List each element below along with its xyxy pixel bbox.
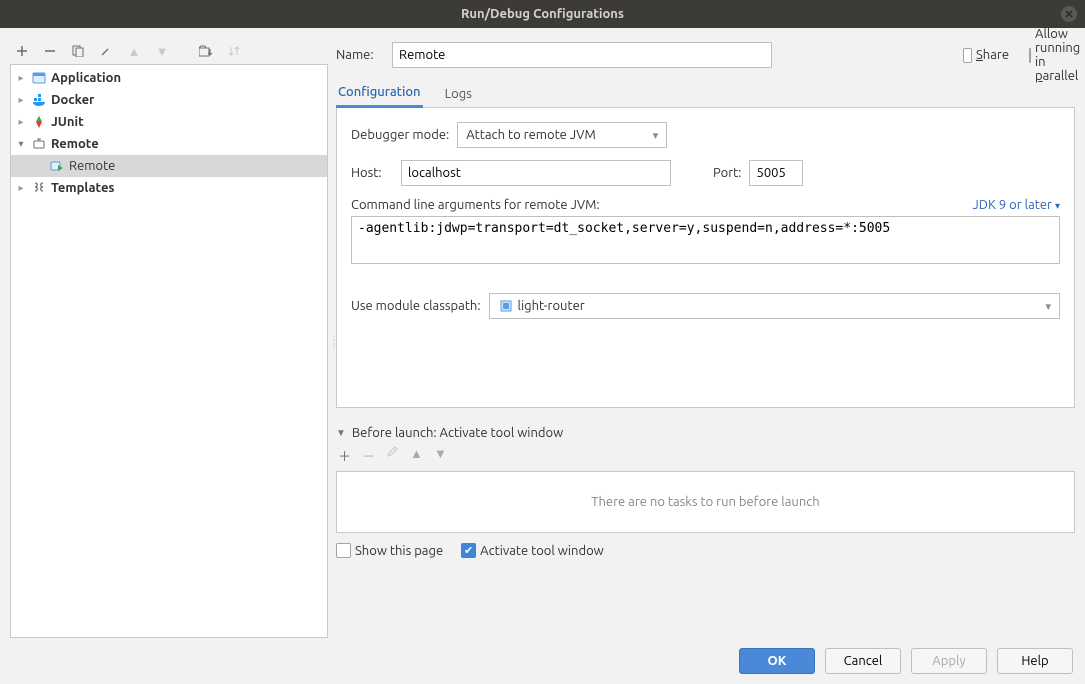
- plus-icon[interactable]: [14, 43, 30, 59]
- sort-icon[interactable]: [226, 43, 242, 59]
- debugger-mode-label: Debugger mode:: [351, 128, 449, 142]
- tree-label: JUnit: [51, 115, 84, 129]
- tree-label: Docker: [51, 93, 94, 107]
- checkbox-checked-icon: ✔: [461, 543, 476, 558]
- remote-run-icon: [49, 158, 65, 174]
- chevron-right-icon[interactable]: ▸: [15, 182, 27, 194]
- help-button[interactable]: Help: [997, 648, 1073, 674]
- templates-icon: [31, 180, 47, 196]
- tab-logs[interactable]: Logs: [443, 81, 474, 107]
- splitter-handle[interactable]: ⋮⋮⋮: [330, 338, 336, 368]
- chevron-right-icon[interactable]: ▸: [15, 116, 27, 128]
- port-input[interactable]: [749, 160, 803, 186]
- tree-label: Remote: [51, 137, 99, 151]
- checkbox-icon: [336, 543, 351, 558]
- minus-icon[interactable]: [42, 43, 58, 59]
- allow-parallel-checkbox[interactable]: Allow running in parallel: [1029, 27, 1075, 83]
- tree-node-templates[interactable]: ▸ Templates: [11, 177, 327, 199]
- tree-node-remote-run[interactable]: Remote: [11, 155, 327, 177]
- configuration-panel: Debugger mode: Attach to remote JVM Host…: [336, 108, 1075, 408]
- tree-node-docker[interactable]: ▸ Docker: [11, 89, 327, 111]
- down-icon[interactable]: ▼: [154, 43, 170, 59]
- tab-configuration[interactable]: Configuration: [336, 79, 423, 108]
- plus-icon[interactable]: ＋: [338, 446, 352, 465]
- activate-tool-window-checkbox[interactable]: ✔ Activate tool window: [461, 543, 604, 558]
- module-icon: [498, 298, 514, 314]
- chevron-down-icon[interactable]: ▾: [15, 138, 27, 150]
- folder-move-icon[interactable]: [198, 43, 214, 59]
- port-label: Port:: [713, 166, 741, 180]
- window-title: Run/Debug Configurations: [461, 7, 624, 21]
- close-icon[interactable]: [1061, 6, 1077, 22]
- cancel-button[interactable]: Cancel: [825, 648, 901, 674]
- docker-icon: [31, 92, 47, 108]
- checkbox-icon: [963, 48, 972, 63]
- apply-button[interactable]: Apply: [911, 648, 987, 674]
- down-icon[interactable]: ▼: [434, 446, 448, 465]
- remote-icon: [31, 136, 47, 152]
- chevron-down-icon: ▼: [336, 427, 346, 439]
- tree-node-remote[interactable]: ▾ Remote: [11, 133, 327, 155]
- cmd-args-label: Command line arguments for remote JVM:: [351, 198, 600, 212]
- application-icon: [31, 70, 47, 86]
- cmd-args-field[interactable]: [351, 216, 1060, 264]
- minus-icon[interactable]: －: [362, 446, 376, 465]
- sidebar-toolbar: ▲ ▼: [10, 38, 328, 64]
- details-panel: ⋮⋮⋮ Name: Share Allow running in paralle…: [336, 38, 1075, 638]
- tree-label: Application: [51, 71, 121, 85]
- tree-label: Templates: [51, 181, 115, 195]
- before-launch-empty-text: There are no tasks to run before launch: [591, 495, 819, 509]
- name-input[interactable]: [392, 42, 772, 68]
- wrench-icon[interactable]: [98, 43, 114, 59]
- junit-icon: [31, 114, 47, 130]
- dialog-footer: OK Cancel Apply Help: [0, 638, 1085, 684]
- configurations-tree[interactable]: ▸ Application ▸ Docker ▸ JUnit ▾ Remote: [10, 64, 328, 638]
- chevron-right-icon[interactable]: ▸: [15, 94, 27, 106]
- tabs: Configuration Logs: [336, 78, 1075, 108]
- module-classpath-combo[interactable]: light-router: [489, 293, 1060, 319]
- copy-icon[interactable]: [70, 43, 86, 59]
- tree-node-junit[interactable]: ▸ JUnit: [11, 111, 327, 133]
- before-launch-header[interactable]: ▼ Before launch: Activate tool window: [336, 426, 1075, 440]
- titlebar: Run/Debug Configurations: [0, 0, 1085, 28]
- jdk-selector-link[interactable]: JDK 9 or later ▾: [972, 198, 1060, 212]
- module-classpath-label: Use module classpath:: [351, 299, 481, 313]
- up-icon[interactable]: ▲: [410, 446, 424, 465]
- debugger-mode-combo[interactable]: Attach to remote JVM: [457, 122, 667, 148]
- share-checkbox[interactable]: Share: [963, 48, 1009, 63]
- tree-label: Remote: [69, 159, 115, 173]
- before-launch-list[interactable]: There are no tasks to run before launch: [336, 471, 1075, 533]
- checkbox-icon: [1029, 48, 1031, 63]
- edit-icon[interactable]: [386, 446, 400, 465]
- tree-node-application[interactable]: ▸ Application: [11, 67, 327, 89]
- host-label: Host:: [351, 166, 393, 180]
- sidebar: ▲ ▼ ▸ Application ▸ Docker ▸ JUnit: [10, 38, 328, 638]
- up-icon[interactable]: ▲: [126, 43, 142, 59]
- ok-button[interactable]: OK: [739, 648, 815, 674]
- host-input[interactable]: [401, 160, 671, 186]
- chevron-right-icon[interactable]: ▸: [15, 72, 27, 84]
- before-launch-toolbar: ＋ － ▲ ▼: [336, 440, 1075, 471]
- show-this-page-checkbox[interactable]: Show this page: [336, 543, 443, 558]
- name-label: Name:: [336, 48, 382, 62]
